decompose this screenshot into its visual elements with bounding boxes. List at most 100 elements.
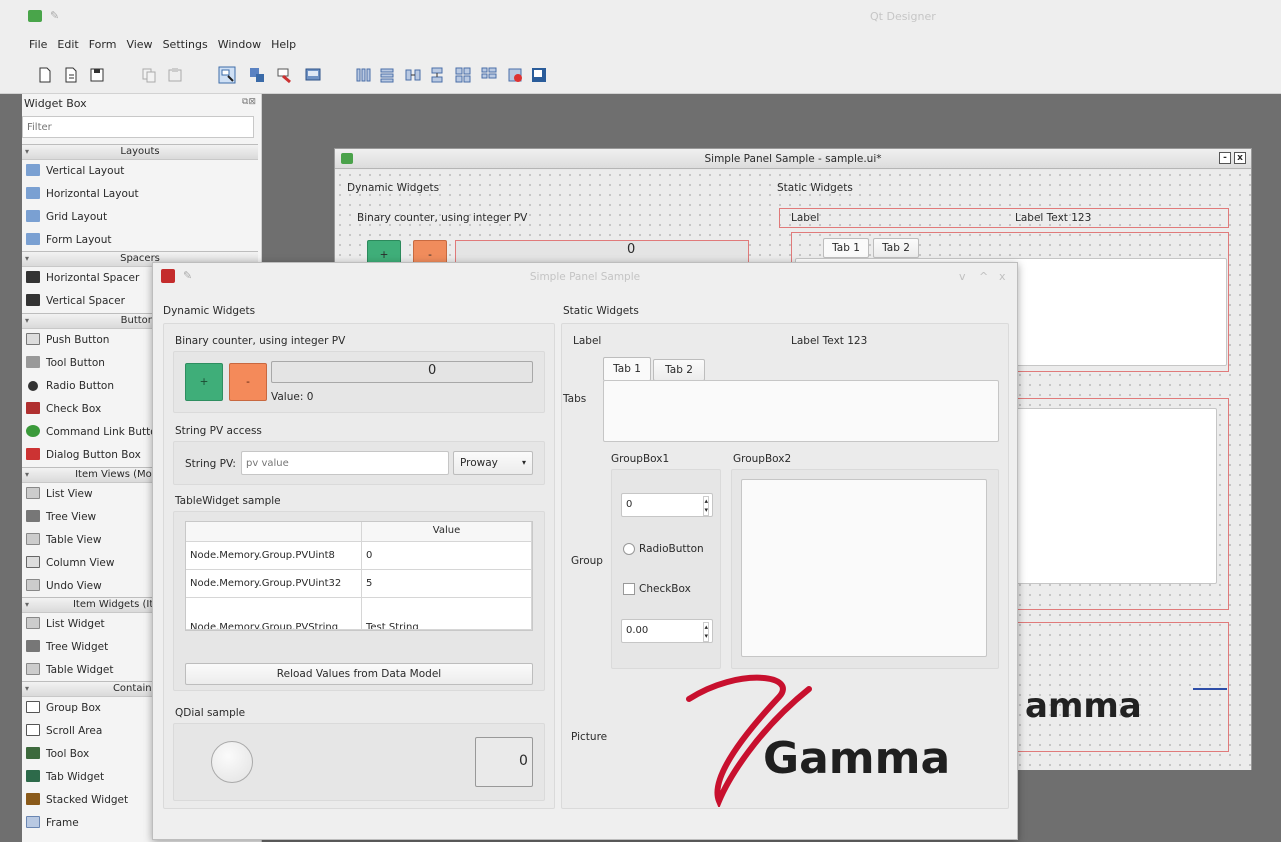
copy-icon[interactable] [140,66,158,84]
maximize-icon[interactable]: ^ [979,270,988,283]
category-layouts[interactable]: ▾ Layouts [22,144,258,160]
spin-box[interactable]: 0 ▴ ▾ [621,493,713,517]
form-label: Label [791,212,820,224]
form-restore-button[interactable]: - [1219,152,1231,164]
qdial-knob[interactable] [211,741,253,783]
static-label: Label [573,335,602,347]
save-form-icon[interactable] [88,66,106,84]
table-widget-title: TableWidget sample [175,495,281,507]
dock-float-close-icon[interactable]: ⧉⊠ [242,97,256,107]
edit-signals-slots-icon[interactable] [248,66,266,84]
widget-filter-input[interactable] [22,116,254,138]
widget-horizontal-layout[interactable]: Horizontal Layout [26,183,258,205]
menu-help[interactable]: Help [268,34,299,55]
string-pv-input[interactable] [241,451,449,475]
widget-label: Scroll Area [46,725,103,737]
horizontal-layout-icon [26,187,40,199]
radio-button-icon [28,381,38,391]
chevron-down-icon: ▾ [521,458,526,467]
menu-file[interactable]: File [26,34,50,55]
category-label: Layouts [120,146,160,157]
dynamic-widgets-title: Dynamic Widgets [163,305,256,317]
increment-button[interactable]: + [185,363,223,401]
form-close-button[interactable]: x [1234,152,1246,164]
menu-window[interactable]: Window [215,34,264,55]
reload-values-button[interactable]: Reload Values from Data Model [185,663,533,685]
command-link-icon [26,425,40,437]
form-binary-counter-title: Binary counter, using integer PV [357,212,528,224]
edit-buddies-icon[interactable] [276,66,294,84]
close-icon[interactable]: x [999,270,1006,283]
layout-vertical-icon[interactable] [378,66,396,84]
adjust-size-icon[interactable] [530,66,548,84]
widget-form-layout[interactable]: Form Layout [26,229,258,251]
table-row-2-value[interactable]: 5 [362,570,532,598]
layout-grid-icon[interactable] [454,66,472,84]
radio-button-control[interactable] [623,543,635,555]
table-row-1-value[interactable]: 0 [362,542,532,570]
new-form-icon[interactable] [36,66,54,84]
edit-tab-order-icon[interactable] [304,66,322,84]
tabs-label: Tabs [563,393,587,405]
double-spin-box[interactable]: 0.00 ▴ ▾ [621,619,713,643]
form-label-row[interactable] [779,208,1229,228]
form-tab-2[interactable]: Tab 2 [873,238,919,258]
group-label: Group [571,555,603,567]
form-window-title-bar[interactable]: Simple Panel Sample - sample.ui* - x [335,149,1251,169]
static-label-text: Label Text 123 [791,335,868,347]
layout-vertical-splitter-icon[interactable] [428,66,446,84]
table-row-3-key[interactable]: Node.Memory.Group.PVString [186,598,362,630]
layout-form-icon[interactable] [480,66,498,84]
slider-handle-icon[interactable]: 0 [428,363,436,378]
frame-icon [26,816,40,828]
preview-window[interactable]: ✎ Simple Panel Sample v ^ x Dynamic Widg… [152,262,1018,840]
widget-grid-layout[interactable]: Grid Layout [26,206,258,228]
widget-box-title: Widget Box [24,97,87,110]
form-dynamic-widgets-title: Dynamic Widgets [347,182,440,194]
break-layout-icon[interactable] [506,66,524,84]
menu-form[interactable]: Form [86,34,120,55]
preview-title-bar[interactable]: ✎ Simple Panel Sample v ^ x [153,263,1017,289]
string-pv-combo[interactable]: Proway ▾ [453,451,533,475]
counter-slider[interactable] [271,361,533,383]
table-widget-icon [26,663,40,675]
edit-widgets-icon[interactable] [218,66,236,84]
push-button-icon [26,333,40,345]
layout-horizontal-splitter-icon[interactable] [404,66,422,84]
tab-2[interactable]: Tab 2 [653,359,705,381]
radio-button-label: RadioButton [639,543,704,555]
open-form-icon[interactable] [62,66,80,84]
check-box-label: CheckBox [639,583,691,595]
undo-view-icon [26,579,40,591]
widget-label: Vertical Spacer [46,295,125,307]
widget-box-header: Widget Box ⧉⊠ [22,94,262,114]
widget-vertical-layout[interactable]: Vertical Layout [26,160,258,182]
groupbox2-title: GroupBox2 [733,453,792,465]
widget-label: Horizontal Spacer [46,272,140,284]
tab-1[interactable]: Tab 1 [603,357,651,381]
table-row-3-value[interactable]: Test String [362,598,532,630]
minimize-icon[interactable]: v [959,270,966,283]
paste-icon[interactable] [166,66,184,84]
table-row-2-key[interactable]: Node.Memory.Group.PVUint32 [186,570,362,598]
table-row-1-key[interactable]: Node.Memory.Group.PVUint8 [186,542,362,570]
widget-label: Radio Button [46,380,115,392]
combo-value: Proway [460,457,498,469]
table-header-value[interactable]: Value [362,522,532,542]
decrement-button[interactable]: - [229,363,267,401]
menu-settings[interactable]: Settings [160,34,211,55]
menu-view[interactable]: View [123,34,155,55]
spin-arrows-icon[interactable]: ▴ ▾ [703,622,709,642]
check-box-control[interactable] [623,583,635,595]
menu-edit[interactable]: Edit [54,34,81,55]
counter-value-label: Value: 0 [271,391,314,403]
spin-arrows-icon[interactable]: ▴ ▾ [703,496,709,516]
layout-horizontal-icon[interactable] [354,66,372,84]
form-tab-1[interactable]: Tab 1 [823,238,869,258]
qt-designer-app-icon [28,10,42,22]
spin-box-value: 0 [626,499,633,510]
pin-icon[interactable]: ✎ [50,9,59,22]
list-widget-icon [26,617,40,629]
form-counter-slider[interactable] [455,240,749,264]
collapse-arrow-icon: ▾ [25,470,30,479]
